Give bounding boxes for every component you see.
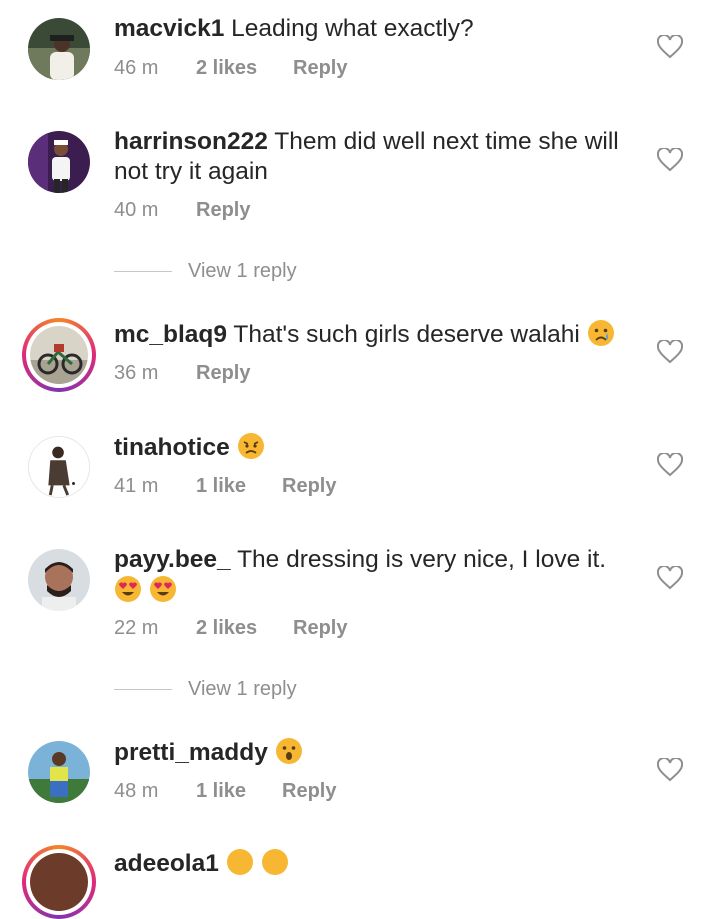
username[interactable]: harrinson222 (114, 128, 268, 155)
comment-text: mc_blaq9 That's such girls deserve walah… (114, 319, 634, 350)
username[interactable]: mc_blaq9 (114, 321, 227, 348)
heart-outline-icon[interactable] (657, 340, 683, 364)
comment-text: pretti_maddy (114, 737, 634, 768)
likes-count[interactable]: 1 like (196, 473, 246, 499)
grinning-face-icon (226, 849, 253, 875)
comment-body: That's such girls deserve walahi (233, 321, 580, 348)
reply-button[interactable]: Reply (282, 778, 336, 804)
reply-button[interactable]: Reply (196, 197, 250, 223)
divider-line (114, 689, 172, 690)
heart-outline-icon[interactable] (657, 566, 683, 590)
heart-outline-icon[interactable] (657, 758, 683, 782)
username[interactable]: tinahotice (114, 434, 230, 461)
username[interactable]: adeeola1 (114, 850, 219, 877)
timestamp: 22 m (114, 617, 159, 639)
view-replies-label[interactable]: View 1 reply (188, 676, 297, 702)
comment-text: payy.bee_ The dressing is very nice, I l… (114, 545, 634, 606)
comment-text: harrinson222 Them did well next time she… (114, 127, 634, 187)
reply-button[interactable]: Reply (282, 473, 336, 499)
comment-body: Leading what exactly? (231, 15, 474, 42)
likes-count[interactable]: 2 likes (196, 615, 257, 641)
avatar[interactable] (22, 845, 96, 919)
reply-button[interactable]: Reply (196, 360, 250, 386)
timestamp: 46 m (114, 57, 159, 79)
timestamp: 40 m (114, 199, 159, 221)
view-replies-label[interactable]: View 1 reply (188, 258, 297, 284)
comment-text: adeeola1 (114, 848, 634, 879)
heart-eyes-face-icon (115, 576, 141, 602)
heart-outline-icon[interactable] (657, 453, 683, 477)
reply-button[interactable]: Reply (293, 615, 347, 641)
avatar[interactable] (28, 436, 90, 498)
astonished-face-icon (275, 738, 302, 764)
timestamp: 48 m (114, 780, 159, 802)
persevering-face-icon (237, 433, 264, 459)
username[interactable]: macvick1 (114, 15, 224, 42)
comment-text: tinahotice (114, 432, 634, 463)
username[interactable]: payy.bee_ (114, 546, 231, 573)
likes-count[interactable]: 1 like (196, 778, 246, 804)
heart-eyes-face-icon (149, 576, 176, 602)
avatar[interactable] (28, 549, 90, 611)
timestamp: 36 m (114, 362, 159, 384)
username[interactable]: pretti_maddy (114, 739, 268, 766)
crying-face-icon (587, 320, 614, 346)
comment-text: macvick1 Leading what exactly? (114, 14, 634, 44)
heart-outline-icon[interactable] (657, 148, 683, 172)
divider-line (114, 271, 172, 272)
avatar[interactable] (28, 131, 90, 193)
avatar[interactable] (22, 318, 96, 392)
grinning-face-icon (261, 849, 288, 875)
timestamp: 41 m (114, 475, 159, 497)
heart-outline-icon[interactable] (657, 35, 683, 59)
avatar-photo (30, 326, 88, 384)
avatar[interactable] (28, 18, 90, 80)
comment-body: The dressing is very nice, I love it. (237, 546, 607, 573)
reply-button[interactable]: Reply (293, 55, 347, 81)
likes-count[interactable]: 2 likes (196, 55, 257, 81)
avatar[interactable] (28, 741, 90, 803)
